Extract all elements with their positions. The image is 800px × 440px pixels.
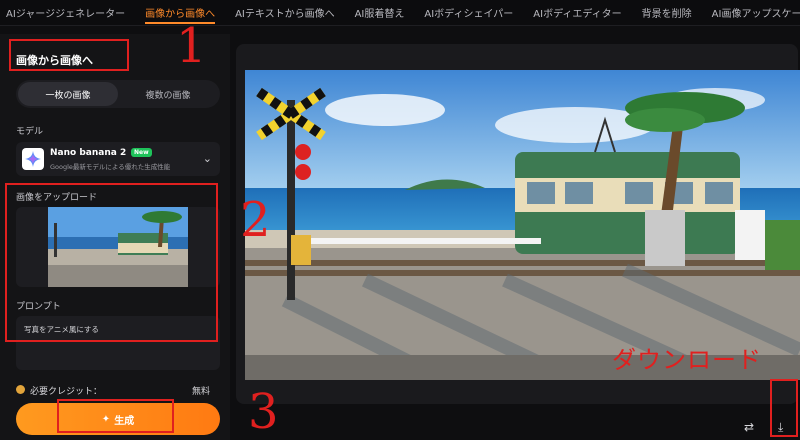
tab-single-image[interactable]: 一枚の画像 [18,82,118,106]
credit-value: 無料 [191,387,210,397]
credit-row: 必要クレジット： 無料 [16,384,220,398]
nav-item-outfit[interactable]: AI服着替え [349,0,419,25]
nav-item-jersey[interactable]: AIジャージジェネレーター [0,0,139,25]
annotation-number-1: 1 [176,18,207,74]
result-image [245,70,800,380]
new-badge: New [131,148,152,157]
nav-item-body-editor[interactable]: AIボディエディター [527,0,635,25]
nav-item-remove-bg[interactable]: 背景を削除 [636,0,706,25]
nav-item-upscaler[interactable]: AI画像アップスケーラー [706,0,800,25]
annotation-box-inputs [5,183,218,342]
tab-multiple-images[interactable]: 複数の画像 [118,82,218,106]
annotation-box-download [770,379,798,437]
annotation-number-2: 2 [240,192,271,248]
annotation-box-generate [57,399,174,433]
model-name: Nano banana 2 [50,148,127,158]
annotation-download-text: ダウンロード [612,346,762,374]
model-description: Google最新モデルによる優れた生成性能 [50,163,171,171]
nav-item-text-to-image[interactable]: AIテキストから画像へ [229,0,349,25]
gemini-logo-icon [22,148,44,170]
annotation-box-title [9,39,129,71]
annotation-number-3: 3 [248,384,279,440]
nav-item-body-shaper[interactable]: AIボディシェイパー [418,0,527,25]
top-nav: AIジャージジェネレーター 画像から画像へ AIテキストから画像へ AI服着替え… [0,0,800,26]
credit-label: 必要クレジット： [30,387,103,397]
chevron-down-icon: ⌄ [202,152,212,165]
repeat-icon[interactable]: ⇄ [744,420,754,434]
coin-icon [16,385,25,394]
model-select[interactable]: Nano banana 2 New Google最新モデルによる優れた生成性能 … [16,142,220,176]
mode-switch: 一枚の画像 複数の画像 [16,80,220,108]
model-label: モデル [16,127,44,137]
